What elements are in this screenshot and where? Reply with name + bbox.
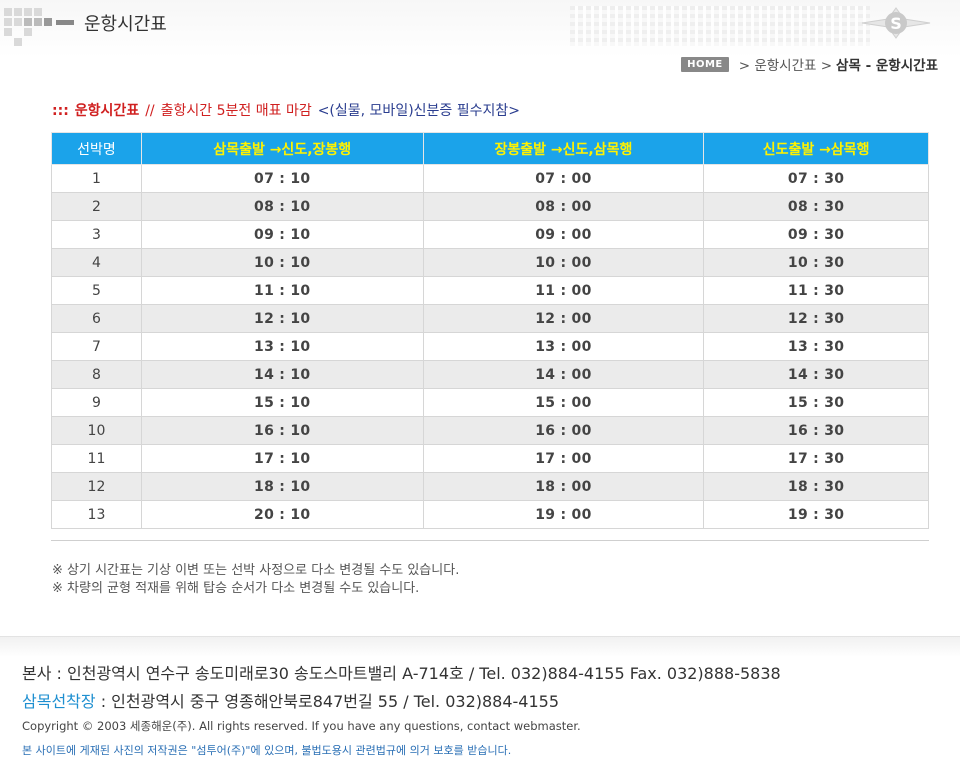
table-row: 8 14 : 10 14 : 00 14 : 30 (51, 360, 929, 389)
table-row: 7 13 : 10 13 : 00 13 : 30 (51, 332, 929, 361)
schedule-table: 선박명 삼목출발 →신도,장봉행 장봉출발 →신도,삼목행 신도출발 →삼목행 … (51, 132, 929, 529)
jangbong-departure-cell: 12 : 00 (422, 304, 705, 333)
sammok-departure-cell: 18 : 10 (140, 472, 424, 501)
vessel-number-cell: 9 (51, 388, 142, 417)
vessel-number-cell: 6 (51, 304, 142, 333)
jangbong-departure-cell: 11 : 00 (422, 276, 705, 305)
header-route-sammok: 삼목출발 →신도,장봉행 (140, 132, 424, 165)
footer-branch-text: : 인천광역시 중구 영종해안북로847번길 55 / Tel. 032)884… (95, 692, 560, 711)
jangbong-departure-cell: 09 : 00 (422, 220, 705, 249)
sindo-departure-cell: 16 : 30 (703, 416, 929, 445)
sindo-departure-cell: 13 : 30 (703, 332, 929, 361)
sindo-departure-cell: 08 : 30 (703, 192, 929, 221)
sindo-departure-cell: 17 : 30 (703, 444, 929, 473)
sammok-departure-cell: 20 : 10 (140, 500, 424, 529)
sammok-departure-cell: 10 : 10 (140, 248, 424, 277)
table-row: 4 10 : 10 10 : 00 10 : 30 (51, 248, 929, 277)
sammok-departure-cell: 08 : 10 (140, 192, 424, 221)
sammok-departure-cell: 14 : 10 (140, 360, 424, 389)
sammok-departure-cell: 07 : 10 (140, 164, 424, 193)
jangbong-departure-cell: 19 : 00 (422, 500, 705, 529)
breadcrumb-level1[interactable]: > 운항시간표 > (739, 54, 832, 74)
logo-letter: S (890, 14, 902, 33)
jangbong-departure-cell: 13 : 00 (422, 332, 705, 361)
jangbong-departure-cell: 10 : 00 (422, 248, 705, 277)
table-row: 9 15 : 10 15 : 00 15 : 30 (51, 388, 929, 417)
footer-hq-address: 본사 : 인천광역시 연수구 송도미래로30 송도스마트밸리 A-714호 / … (22, 664, 781, 683)
schedule-body: 1 07 : 10 07 : 00 07 : 30 2 08 : 10 08 : 00 08 … (51, 164, 929, 529)
note-item: ※ 차량의 균형 적재를 위해 탑승 순서가 다소 변경될 수도 있습니다. (52, 581, 420, 596)
jangbong-departure-cell: 15 : 00 (422, 388, 705, 417)
vessel-number-cell: 12 (51, 472, 142, 501)
table-row: 5 11 : 10 11 : 00 11 : 30 (51, 276, 929, 305)
table-row: 10 16 : 10 16 : 00 16 : 30 (51, 416, 929, 445)
header-decoration (4, 8, 74, 48)
vessel-number-cell: 8 (51, 360, 142, 389)
jangbong-departure-cell: 14 : 00 (422, 360, 705, 389)
note-item: ※ 상기 시간표는 기상 이변 또는 선박 사정으로 다소 변경될 수도 있습니… (52, 563, 460, 578)
notice-marker: ::: (52, 103, 69, 119)
notice-label: 운항시간표 (74, 103, 140, 119)
sindo-departure-cell: 18 : 30 (703, 472, 929, 501)
table-row: 1 07 : 10 07 : 00 07 : 30 (51, 164, 929, 193)
jangbong-departure-cell: 17 : 00 (422, 444, 705, 473)
vessel-number-cell: 1 (51, 164, 142, 193)
jangbong-departure-cell: 18 : 00 (422, 472, 705, 501)
notice-separator: // (145, 103, 155, 119)
header-route-jangbong: 장봉출발 →신도,삼목행 (422, 132, 705, 165)
footer-info: 본사 : 인천광역시 연수구 송도미래로30 송도스마트밸리 A-714호 / … (22, 660, 781, 758)
sindo-departure-cell: 09 : 30 (703, 220, 929, 249)
sindo-departure-cell: 12 : 30 (703, 304, 929, 333)
table-row: 6 12 : 10 12 : 00 12 : 30 (51, 304, 929, 333)
table-row: 12 18 : 10 18 : 00 18 : 30 (51, 472, 929, 501)
timetable-notice: ::: 운항시간표 // 출항시간 5분전 매표 마감 <(실물, 모바일)신분… (52, 100, 520, 120)
header-pattern (570, 6, 870, 46)
sindo-departure-cell: 07 : 30 (703, 164, 929, 193)
table-row: 2 08 : 10 08 : 00 08 : 30 (51, 192, 929, 221)
breadcrumb: HOME > 운항시간표 > 삼목 - 운항시간표 (681, 54, 938, 74)
vessel-number-cell: 7 (51, 332, 142, 361)
vessel-number-cell: 5 (51, 276, 142, 305)
footer-branch: 삼목선착장 : 인천광역시 중구 영종해안북로847번길 55 / Tel. 0… (22, 688, 781, 712)
sindo-departure-cell: 14 : 30 (703, 360, 929, 389)
vessel-number-cell: 13 (51, 500, 142, 529)
vessel-number-cell: 2 (51, 192, 142, 221)
table-row: 11 17 : 10 17 : 00 17 : 30 (51, 444, 929, 473)
table-row: 13 20 : 10 19 : 00 19 : 30 (51, 500, 929, 529)
vessel-number-cell: 10 (51, 416, 142, 445)
sammok-departure-cell: 16 : 10 (140, 416, 424, 445)
sammok-departure-cell: 13 : 10 (140, 332, 424, 361)
vessel-number-cell: 3 (51, 220, 142, 249)
company-logo-icon: S (861, 7, 931, 39)
sindo-departure-cell: 10 : 30 (703, 248, 929, 277)
jangbong-departure-cell: 08 : 00 (422, 192, 705, 221)
breadcrumb-current: 삼목 - 운항시간표 (836, 58, 938, 74)
jangbong-departure-cell: 07 : 00 (422, 164, 705, 193)
sindo-departure-cell: 19 : 30 (703, 500, 929, 529)
footer-copyright: Copyright © 2003 세종해운(주). All rights res… (22, 719, 581, 733)
vessel-number-cell: 11 (51, 444, 142, 473)
vessel-number-cell: 4 (51, 248, 142, 277)
home-link[interactable]: HOME (681, 56, 729, 72)
sindo-departure-cell: 11 : 30 (703, 276, 929, 305)
notice-id-note: <(실물, 모바일)신분증 필수지참> (317, 103, 520, 119)
header-route-sindo: 신도출발 →삼목행 (703, 132, 929, 165)
sindo-departure-cell: 15 : 30 (703, 388, 929, 417)
sammok-departure-cell: 09 : 10 (140, 220, 424, 249)
footer-branch-label: 삼목선착장 (22, 692, 96, 711)
table-header-row: 선박명 삼목출발 →신도,장봉행 장봉출발 →신도,삼목행 신도출발 →삼목행 (51, 132, 929, 165)
sammok-departure-cell: 11 : 10 (140, 276, 424, 305)
sammok-departure-cell: 15 : 10 (140, 388, 424, 417)
header-vessel: 선박명 (51, 132, 142, 165)
page-header: 운항시간표 S HOME > 운항시간표 > 삼목 - 운항시간표 (0, 0, 960, 82)
sammok-departure-cell: 12 : 10 (140, 304, 424, 333)
notes: ※ 상기 시간표는 기상 이변 또는 선박 사정으로 다소 변경될 수도 있습니… (52, 562, 459, 598)
table-row: 3 09 : 10 09 : 00 09 : 30 (51, 220, 929, 249)
page-title: 운항시간표 (84, 14, 167, 34)
divider (51, 540, 929, 541)
sammok-departure-cell: 17 : 10 (140, 444, 424, 473)
notice-text: 출항시간 5분전 매표 마감 (160, 103, 312, 119)
jangbong-departure-cell: 16 : 00 (422, 416, 705, 445)
footer-photo-notice: 본 사이트에 게재된 사진의 저작권은 "섬투어(주)"에 있으며, 불법도용시… (22, 744, 512, 757)
